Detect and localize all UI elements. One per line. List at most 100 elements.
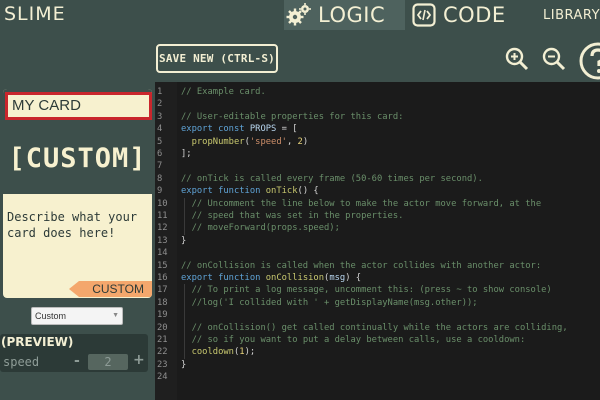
line-number: 17 xyxy=(157,285,168,296)
code-text: // onCollision() get called continually … xyxy=(191,322,568,333)
card-type-selected: Custom xyxy=(35,311,67,321)
save-new-button[interactable]: SAVE NEW (CTRL-S) xyxy=(156,44,278,73)
code-line: 18 //log('I collided with ' + getDisplay… xyxy=(155,297,600,309)
code-line: 6]; xyxy=(155,148,600,160)
code-line: 21 // so if you want to put a delay betw… xyxy=(155,334,600,346)
indent-guide xyxy=(184,197,185,235)
code-text: } xyxy=(181,359,187,370)
code-line: 10 // Uncomment the line below to make t… xyxy=(155,198,600,210)
line-number: 15 xyxy=(157,260,168,271)
line-number: 5 xyxy=(157,136,163,147)
code-editor[interactable]: 1 // Example card. 2 3 // User-editable prop… xyxy=(155,82,600,400)
app-logo: SLIME xyxy=(4,3,66,25)
line-number: 1 xyxy=(157,87,163,97)
code-line: 23} xyxy=(155,359,600,371)
line-number: 18 xyxy=(157,297,168,308)
tab-code-label: CODE xyxy=(443,3,506,27)
preview-title: (PREVIEW) xyxy=(1,335,74,349)
code-text: // speed that was set in the properties. xyxy=(191,211,404,221)
code-text: // so if you want to put a delay between… xyxy=(191,335,526,345)
code-line: 5 propNumber('speed', 2) xyxy=(155,136,600,148)
code-brackets-icon xyxy=(411,2,437,28)
line-number: 2 xyxy=(157,99,163,110)
card-art: [CUSTOM] xyxy=(3,122,152,194)
tab-code[interactable]: CODE xyxy=(409,0,525,30)
code-text: export const PROPS = [ xyxy=(181,124,298,135)
code-line: 20 // onCollision() get called continual… xyxy=(155,322,600,334)
card-description-line: Describe what your xyxy=(7,210,138,224)
line-number: 19 xyxy=(157,310,168,321)
line-number: 24 xyxy=(157,372,168,383)
code-text: // onTick is called every frame (50-60 t… xyxy=(181,173,483,184)
zoom-out-icon[interactable] xyxy=(541,46,567,72)
code-line: 12 // moveForward(props.speed); xyxy=(155,222,600,234)
tab-logic[interactable]: LOGIC xyxy=(284,0,405,30)
line-number: 21 xyxy=(157,335,168,345)
property-name: speed xyxy=(3,355,40,369)
code-text: // To print a log message, uncomment thi… xyxy=(191,285,552,296)
code-text: // moveForward(props.speed); xyxy=(191,223,340,234)
toolbar: SAVE NEW (CTRL-S) xyxy=(0,30,600,82)
zoom-in-icon[interactable] xyxy=(504,46,530,72)
code-text: export function onTick() { xyxy=(181,186,319,197)
code-line: 17 // To print a log message, uncomment … xyxy=(155,284,600,296)
code-text: propNumber('speed', 2) xyxy=(191,136,309,147)
property-value-input[interactable]: 2 xyxy=(88,354,128,370)
card-description-line: card does here! xyxy=(7,226,116,240)
line-number: 20 xyxy=(157,322,168,333)
line-number: 12 xyxy=(157,223,168,234)
code-line: 15 // onCollision is called when the acto… xyxy=(155,260,600,272)
indent-guide xyxy=(184,284,185,359)
line-number: 22 xyxy=(157,347,168,358)
line-number: 9 xyxy=(157,186,163,197)
code-text: // onCollision is called when the actor … xyxy=(181,260,542,271)
card-preview: MY CARD [CUSTOM] Describe what your card… xyxy=(3,89,152,298)
line-number: 11 xyxy=(157,211,168,221)
line-number: 3 xyxy=(157,111,163,122)
tab-library[interactable]: LIBRARY xyxy=(543,0,600,30)
chevron-down-icon: ▼ xyxy=(112,312,119,319)
code-line: 24 xyxy=(155,371,600,383)
code-line: 16 export function onCollision(msg) { xyxy=(155,272,600,284)
code-line: 19 xyxy=(155,309,600,321)
line-number: 13 xyxy=(157,235,168,246)
top-bar: SLIME LOGIC CODE LIBRARY xyxy=(0,0,600,30)
card-art-text: [CUSTOM] xyxy=(8,142,147,174)
code-line: 3 // User-editable properties for this ca… xyxy=(155,111,600,123)
code-line: 11 // speed that was set in the properti… xyxy=(155,210,600,222)
code-text: // Uncomment the line below to make the … xyxy=(191,198,542,209)
code-text: //log('I collided with ' + getDisplayNam… xyxy=(191,297,478,308)
code-text: } xyxy=(181,235,187,246)
card-description[interactable]: Describe what your card does here! xyxy=(7,209,148,241)
line-number: 7 xyxy=(157,161,163,172)
line-number: 16 xyxy=(157,273,168,283)
code-line: 22 cooldown(1); xyxy=(155,346,600,358)
card-type-select[interactable]: Custom ▼ xyxy=(31,307,123,325)
line-number: 14 xyxy=(157,248,168,259)
code-text: ]; xyxy=(181,149,192,159)
line-number: 4 xyxy=(157,124,163,135)
code-line: 8 // onTick is called every frame (50-60 … xyxy=(155,173,600,185)
decrement-button[interactable]: - xyxy=(74,353,80,369)
code-line: 4 export const PROPS = [ xyxy=(155,123,600,135)
code-line: 13} xyxy=(155,235,600,247)
preview-panel: (PREVIEW) speed - 2 + xyxy=(0,334,148,372)
increment-button[interactable]: + xyxy=(133,352,145,368)
help-icon[interactable] xyxy=(578,41,600,81)
card-name-input[interactable]: MY CARD xyxy=(5,92,152,120)
tab-library-label: LIBRARY xyxy=(543,7,600,23)
code-line: 7 xyxy=(155,160,600,172)
code-line: 1 // Example card. xyxy=(155,86,600,98)
line-number: 23 xyxy=(157,359,168,370)
code-line: 14 xyxy=(155,247,600,259)
line-number: 8 xyxy=(157,173,163,184)
tab-logic-label: LOGIC xyxy=(318,3,386,27)
line-number: 10 xyxy=(157,198,168,209)
code-line: 9 export function onTick() { xyxy=(155,185,600,197)
line-number: 6 xyxy=(157,149,163,159)
gears-icon xyxy=(286,2,312,28)
code-text: // Example card. xyxy=(181,87,266,97)
code-text: // User-editable properties for this car… xyxy=(181,111,404,122)
code-line: 2 xyxy=(155,98,600,110)
code-text: export function onCollision(msg) { xyxy=(181,273,362,283)
